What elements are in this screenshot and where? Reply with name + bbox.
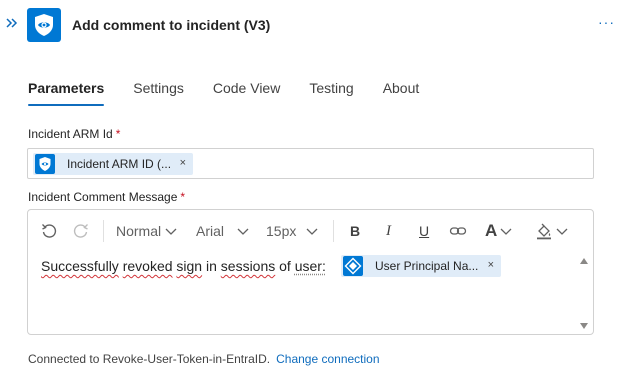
collapse-panel-icon[interactable] xyxy=(4,15,20,31)
incident-arm-id-label: Incident ARM Id * xyxy=(28,127,120,141)
tab-about[interactable]: About xyxy=(383,80,420,106)
sentinel-shield-icon xyxy=(35,154,55,174)
tab-testing[interactable]: Testing xyxy=(309,80,353,106)
entra-id-icon xyxy=(343,256,363,276)
incident-arm-id-label-text: Incident ARM Id xyxy=(28,127,113,141)
bold-button[interactable]: B xyxy=(350,221,360,241)
redo-icon[interactable] xyxy=(72,221,90,241)
comment-message-text[interactable]: Successfully revoked sign in sessions of… xyxy=(41,258,326,274)
message-word: sign xyxy=(176,258,203,274)
action-title: Add comment to incident (V3) xyxy=(72,17,271,33)
font-family-select[interactable]: Arial xyxy=(196,221,250,241)
required-mark: * xyxy=(115,127,121,141)
token-label: User Principal Na... xyxy=(375,259,479,273)
incident-arm-id-token[interactable]: Incident ARM ID (... × xyxy=(33,153,193,175)
connection-status: Connected to Revoke-User-Token-in-EntraI… xyxy=(28,352,380,366)
paragraph-format-value: Normal xyxy=(116,223,162,239)
tab-bar: Parameters Settings Code View Testing Ab… xyxy=(28,80,448,106)
tab-parameters[interactable]: Parameters xyxy=(28,80,105,106)
sentinel-shield-icon xyxy=(27,8,61,42)
token-label: Incident ARM ID (... xyxy=(67,157,172,171)
paragraph-format-select[interactable]: Normal xyxy=(116,221,178,241)
incident-comment-label-text: Incident Comment Message xyxy=(28,190,178,204)
link-icon[interactable] xyxy=(449,221,467,241)
message-word: sessions xyxy=(220,258,276,274)
font-color-glyph: A xyxy=(485,221,498,240)
change-connection-link[interactable]: Change connection xyxy=(276,352,379,366)
scroll-up-arrow[interactable] xyxy=(580,258,588,264)
message-word: Successfully xyxy=(41,258,119,274)
toolbar-divider xyxy=(333,220,334,242)
required-mark: * xyxy=(180,190,186,204)
incident-arm-id-field[interactable]: Incident ARM ID (... × xyxy=(27,148,594,179)
comment-rich-text-editor[interactable]: Normal Arial 15px B I U A Successfully r… xyxy=(27,209,594,335)
font-size-value: 15px xyxy=(266,223,297,239)
scroll-down-arrow[interactable] xyxy=(580,323,588,329)
highlight-fill-icon[interactable] xyxy=(535,221,569,241)
editor-toolbar: Normal Arial 15px B I U A xyxy=(28,210,593,250)
message-word: revoked xyxy=(122,258,173,274)
font-color-button[interactable]: A xyxy=(485,221,513,241)
chevron-down-icon xyxy=(237,228,249,235)
italic-button[interactable]: I xyxy=(386,221,391,241)
chevron-down-icon xyxy=(165,228,177,235)
font-family-value: Arial xyxy=(196,223,225,239)
tab-settings[interactable]: Settings xyxy=(133,80,184,106)
remove-token-button[interactable]: × xyxy=(180,157,186,169)
message-word: user: xyxy=(294,258,326,274)
connection-status-text: Connected to Revoke-User-Token-in-EntraI… xyxy=(28,352,271,366)
incident-comment-label: Incident Comment Message * xyxy=(28,190,185,204)
undo-icon[interactable] xyxy=(40,221,58,241)
more-options-button[interactable]: ··· xyxy=(598,14,615,30)
underline-button[interactable]: U xyxy=(419,221,429,241)
chevron-down-icon xyxy=(556,228,568,235)
tab-code-view[interactable]: Code View xyxy=(213,80,280,106)
message-word: in xyxy=(205,258,217,274)
chevron-down-icon xyxy=(500,228,512,235)
font-size-select[interactable]: 15px xyxy=(266,221,319,241)
chevron-down-icon xyxy=(306,228,318,235)
user-principal-name-token[interactable]: User Principal Na... × xyxy=(341,255,501,277)
message-word: of xyxy=(279,258,291,274)
toolbar-divider xyxy=(103,220,104,242)
remove-token-button[interactable]: × xyxy=(488,259,494,271)
